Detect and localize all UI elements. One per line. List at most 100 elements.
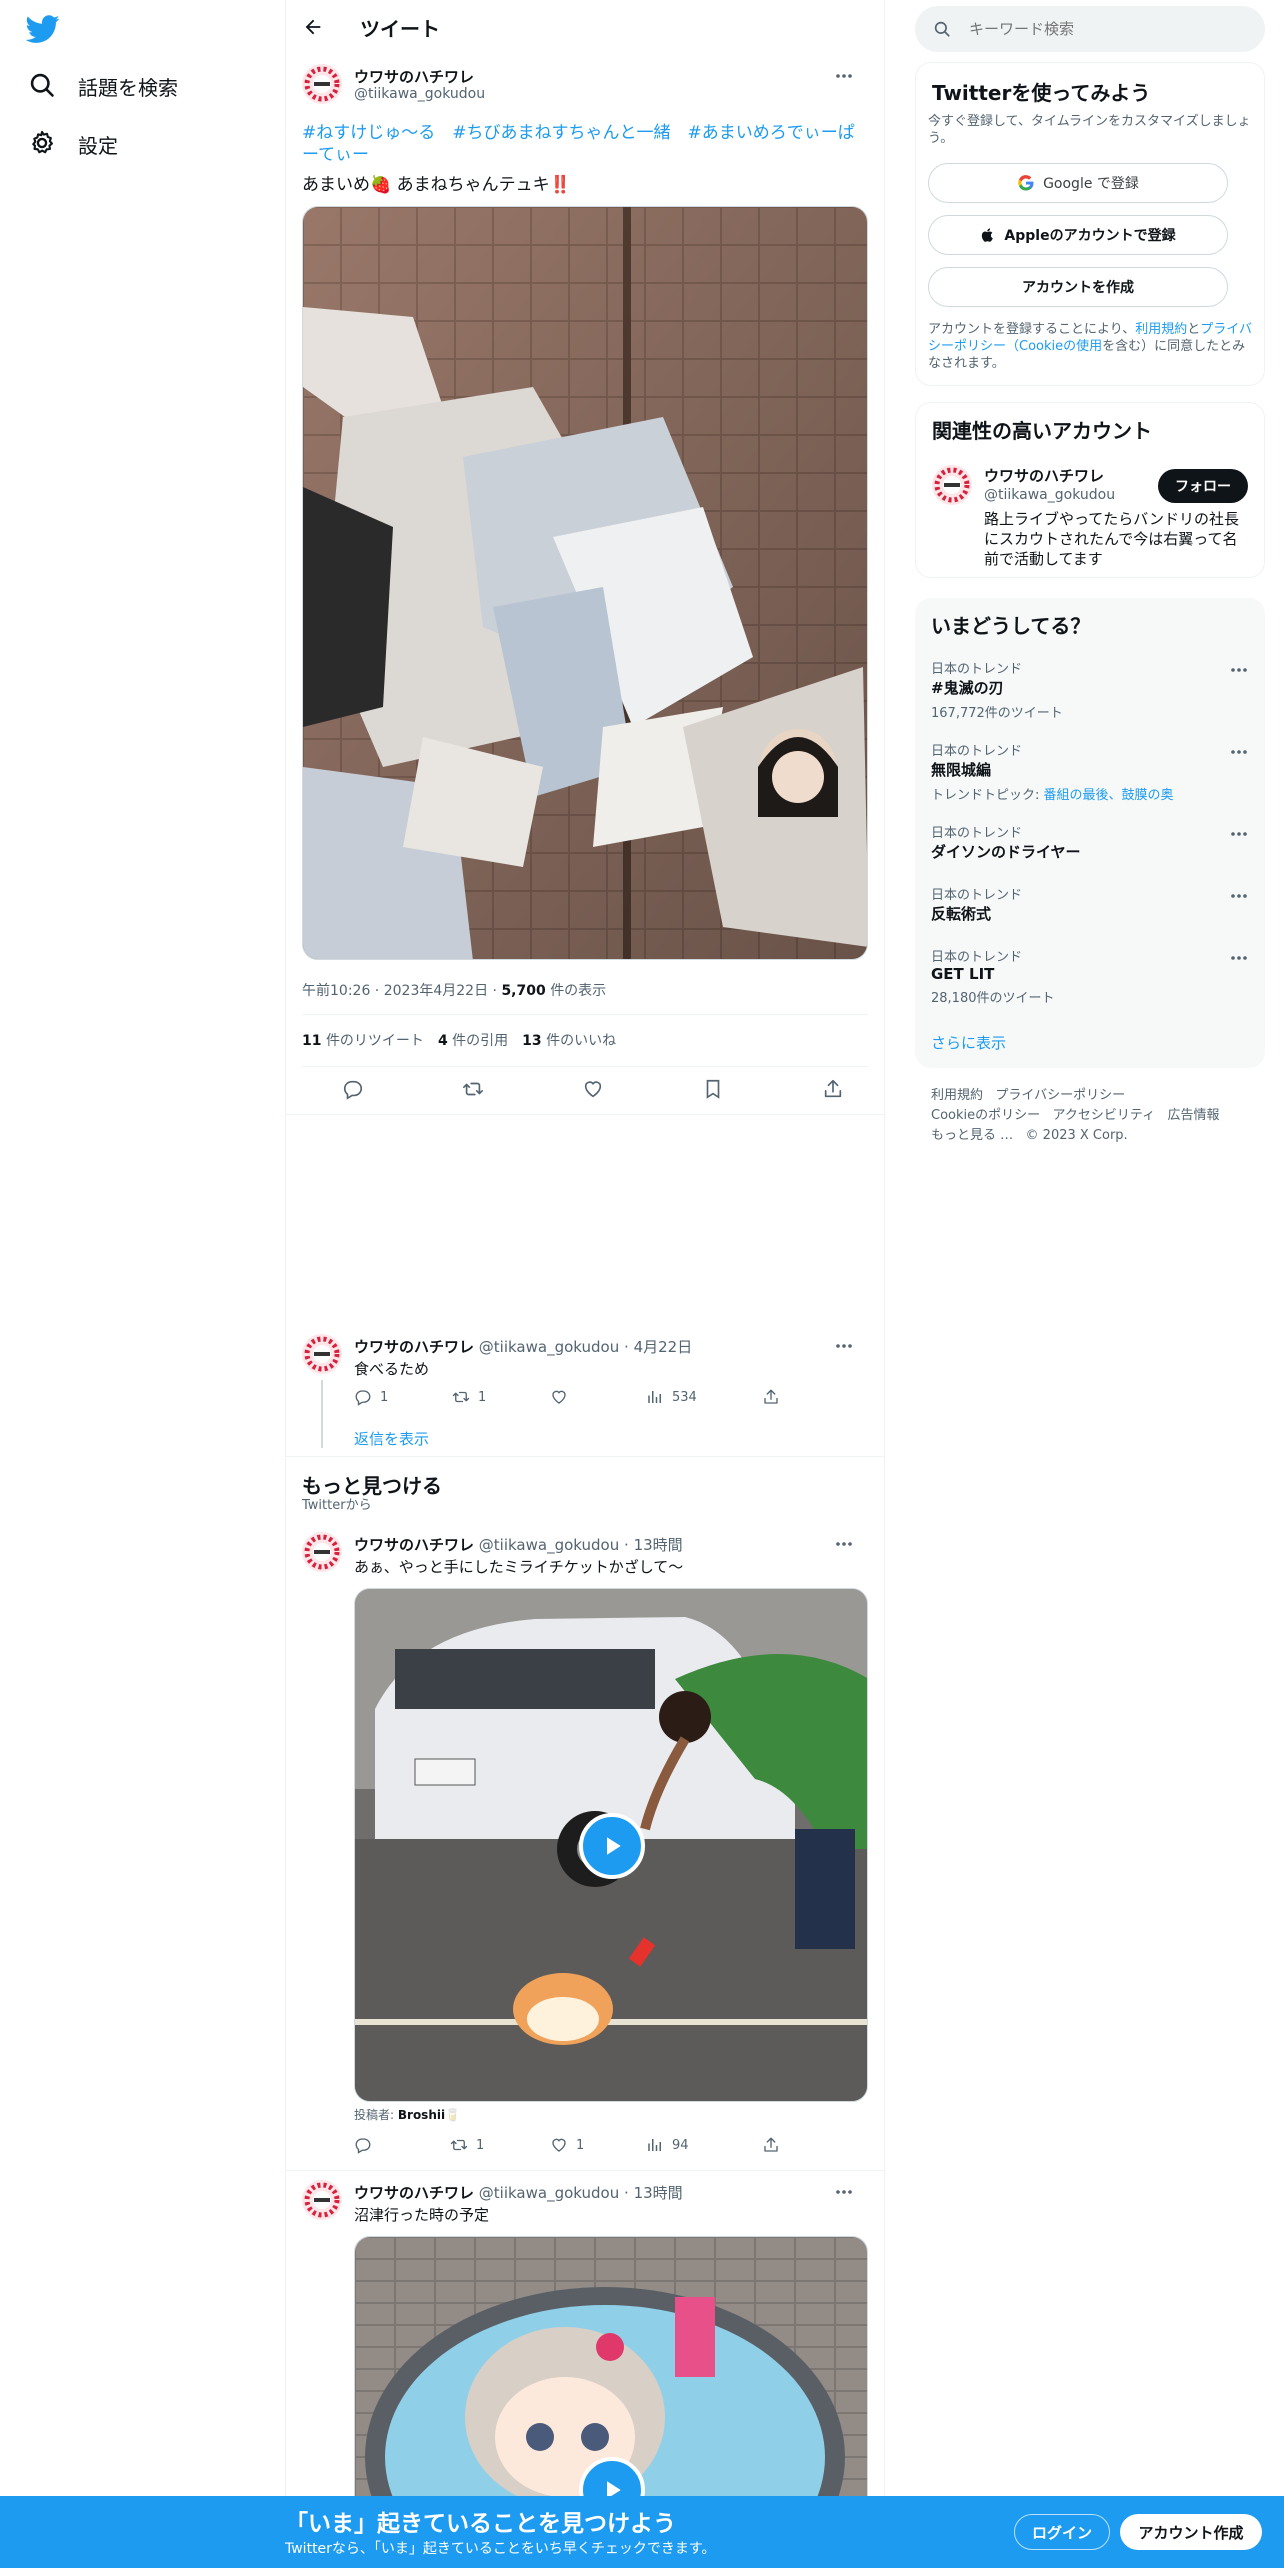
- share-button[interactable]: [762, 1388, 780, 1406]
- tweet-date[interactable]: 2023年4月22日: [384, 983, 488, 999]
- retweets-label: 件のリツイート: [325, 1033, 424, 1049]
- trend-item[interactable]: 日本のトレンド 反転術式: [931, 884, 1249, 934]
- create-account-button[interactable]: アカウントを作成: [928, 267, 1228, 307]
- footer-ads[interactable]: 広告情報: [1168, 1108, 1220, 1123]
- retweet-button[interactable]: 1: [450, 2136, 484, 2154]
- nav-settings[interactable]: 設定: [28, 124, 118, 164]
- reply-icon[interactable]: [342, 1078, 363, 1100]
- show-replies-link[interactable]: 返信を表示: [354, 1428, 429, 1449]
- play-icon[interactable]: [579, 1813, 645, 1879]
- more-icon[interactable]: [1229, 948, 1249, 968]
- reply-tweet[interactable]: ウワサのハチワレ @tiikawa_gokudou · 4月22日 食べるため …: [302, 1334, 868, 1454]
- trend-item[interactable]: 日本のトレンド ダイソンのドライヤー: [931, 822, 1249, 872]
- share-button[interactable]: [762, 2136, 780, 2154]
- credit-name[interactable]: Broshii🥛: [398, 2108, 460, 2122]
- more-icon[interactable]: [1229, 742, 1249, 762]
- footer-more[interactable]: もっと見る …: [931, 1128, 1013, 1143]
- nav-explore[interactable]: 話題を検索: [28, 66, 178, 106]
- bookmark-icon[interactable]: [702, 1078, 722, 1099]
- quotes-count: 4: [437, 1033, 448, 1049]
- retweet-icon[interactable]: [462, 1078, 483, 1098]
- search-bar[interactable]: [915, 6, 1265, 52]
- trend-name: 反転術式: [931, 905, 992, 923]
- twitter-logo-icon[interactable]: [26, 12, 62, 48]
- avatar[interactable]: [302, 1532, 342, 1572]
- author-name[interactable]: ウワサのハチワレ: [354, 1536, 474, 1554]
- footer-terms[interactable]: 利用規約: [931, 1088, 983, 1103]
- related-bio: 路上ライブやってたらバンドリの社長にスカウトされたんで今は右翼って名前で活動して…: [984, 510, 1240, 568]
- more-icon[interactable]: [1229, 824, 1249, 844]
- author-handle[interactable]: @tiikawa_gokudou: [479, 1338, 619, 1356]
- author-name[interactable]: ウワサのハチワレ: [354, 1338, 474, 1356]
- reply-text: 食べるため: [354, 1360, 430, 1378]
- reply-button[interactable]: [354, 2136, 372, 2154]
- author-name[interactable]: ウワサのハチワレ: [354, 2184, 474, 2202]
- bottombar-headline: 「いま」起きていることを見つけよう: [285, 2511, 676, 2537]
- follow-button[interactable]: フォロー: [1158, 469, 1248, 503]
- apple-signup-button[interactable]: Appleのアカウントで登録: [928, 215, 1228, 255]
- terms-link[interactable]: 利用規約: [1135, 322, 1187, 337]
- reply-date[interactable]: 4月22日: [634, 1338, 693, 1356]
- more-icon[interactable]: [834, 1336, 854, 1356]
- show-more-link[interactable]: さらに表示: [931, 1032, 1006, 1053]
- avatar[interactable]: [932, 465, 972, 505]
- more-icon[interactable]: [834, 1534, 854, 1554]
- author-handle[interactable]: @tiikawa_gokudou: [354, 86, 485, 102]
- views-count: 5,700: [501, 983, 546, 999]
- google-signup-button[interactable]: Google で登録: [928, 163, 1228, 203]
- search-input[interactable]: [969, 20, 1229, 38]
- tweet-video[interactable]: [354, 2236, 868, 2496]
- trend-meta-link[interactable]: 番組の最後、鼓膜の奥: [1044, 788, 1174, 803]
- discover-tweet[interactable]: ウワサのハチワレ @tiikawa_gokudou · 13時間 あぁ、やっと手…: [302, 1532, 868, 2162]
- views-button[interactable]: 94: [646, 2136, 689, 2154]
- like-icon[interactable]: [582, 1078, 602, 1098]
- page-header: ツイート: [286, 0, 884, 54]
- footer-cookie[interactable]: Cookieのポリシー: [931, 1108, 1040, 1123]
- likes-stat[interactable]: 13 件のいいね: [522, 1030, 616, 1050]
- reply-actions: 1 1 534: [354, 1388, 794, 1408]
- more-icon[interactable]: [834, 2182, 854, 2202]
- back-arrow-icon[interactable]: [302, 13, 330, 41]
- author-name[interactable]: ウワサのハチワレ: [354, 66, 474, 87]
- more-icon[interactable]: [834, 66, 854, 86]
- related-handle[interactable]: @tiikawa_gokudou: [984, 487, 1115, 503]
- trend-item[interactable]: 日本のトレンド #鬼滅の刃 167,772件のツイート: [931, 658, 1249, 728]
- tweet-header: ウワサのハチワレ @tiikawa_gokudou · 13時間: [354, 2184, 683, 2202]
- avatar[interactable]: [302, 64, 342, 104]
- discover-subtitle: Twitterから: [302, 1498, 372, 1513]
- tweet-hashtags[interactable]: #ねすけじゅ〜る #ちびあまねすちゃんと一緒 #あまいめろでぃーぱーてぃー: [302, 122, 868, 166]
- author-handle[interactable]: @tiikawa_gokudou: [479, 2184, 619, 2202]
- avatar[interactable]: [302, 1334, 342, 1374]
- tweet-time[interactable]: 13時間: [634, 1536, 683, 1554]
- tweet-time: 午前10:26: [302, 983, 371, 999]
- related-name[interactable]: ウワサのハチワレ: [984, 465, 1104, 486]
- like-button[interactable]: 1: [550, 2136, 584, 2154]
- main-column: ツイート ウワサのハチワレ @tiikawa_gokudou #ねすけじゅ〜る …: [285, 0, 885, 2568]
- login-button[interactable]: ログイン: [1014, 2514, 1110, 2550]
- tweet-header: ウワサのハチワレ @tiikawa_gokudou · 13時間: [354, 1536, 683, 1554]
- footer-accessibility[interactable]: アクセシビリティ: [1053, 1108, 1156, 1123]
- more-icon[interactable]: [1229, 886, 1249, 906]
- search-icon: [28, 71, 58, 101]
- tweet-video[interactable]: [354, 1588, 868, 2102]
- share-icon[interactable]: [822, 1078, 842, 1098]
- discover-tweet[interactable]: ウワサのハチワレ @tiikawa_gokudou · 13時間 沼津行った時の…: [302, 2180, 868, 2496]
- more-icon[interactable]: [1229, 660, 1249, 680]
- signup-card: Twitterを使ってみよう 今すぐ登録して、タイムラインをカスタマイズしましょ…: [915, 62, 1265, 386]
- retweets-stat[interactable]: 11 件のリツイート: [302, 1030, 424, 1050]
- trend-item[interactable]: 日本のトレンド 無限城編 トレンドトピック: 番組の最後、鼓膜の奥: [931, 740, 1249, 810]
- avatar[interactable]: [302, 2180, 342, 2220]
- divider: [302, 1066, 868, 1067]
- tweet-photo[interactable]: [302, 206, 868, 960]
- like-button[interactable]: [550, 1388, 568, 1406]
- footer-privacy[interactable]: プライバシーポリシー: [995, 1088, 1125, 1103]
- tweet-time[interactable]: 13時間: [634, 2184, 683, 2202]
- views-button[interactable]: 534: [646, 1388, 697, 1406]
- cookie-link[interactable]: （Cookieの使用: [1006, 339, 1102, 354]
- author-handle[interactable]: @tiikawa_gokudou: [479, 1536, 619, 1554]
- trend-item[interactable]: 日本のトレンド GET LIT 28,180件のツイート: [931, 946, 1249, 1016]
- retweet-button[interactable]: 1: [452, 1388, 486, 1406]
- quotes-stat[interactable]: 4 件の引用: [438, 1030, 508, 1050]
- reply-button[interactable]: 1: [354, 1388, 388, 1406]
- signup-button[interactable]: アカウント作成: [1120, 2514, 1262, 2550]
